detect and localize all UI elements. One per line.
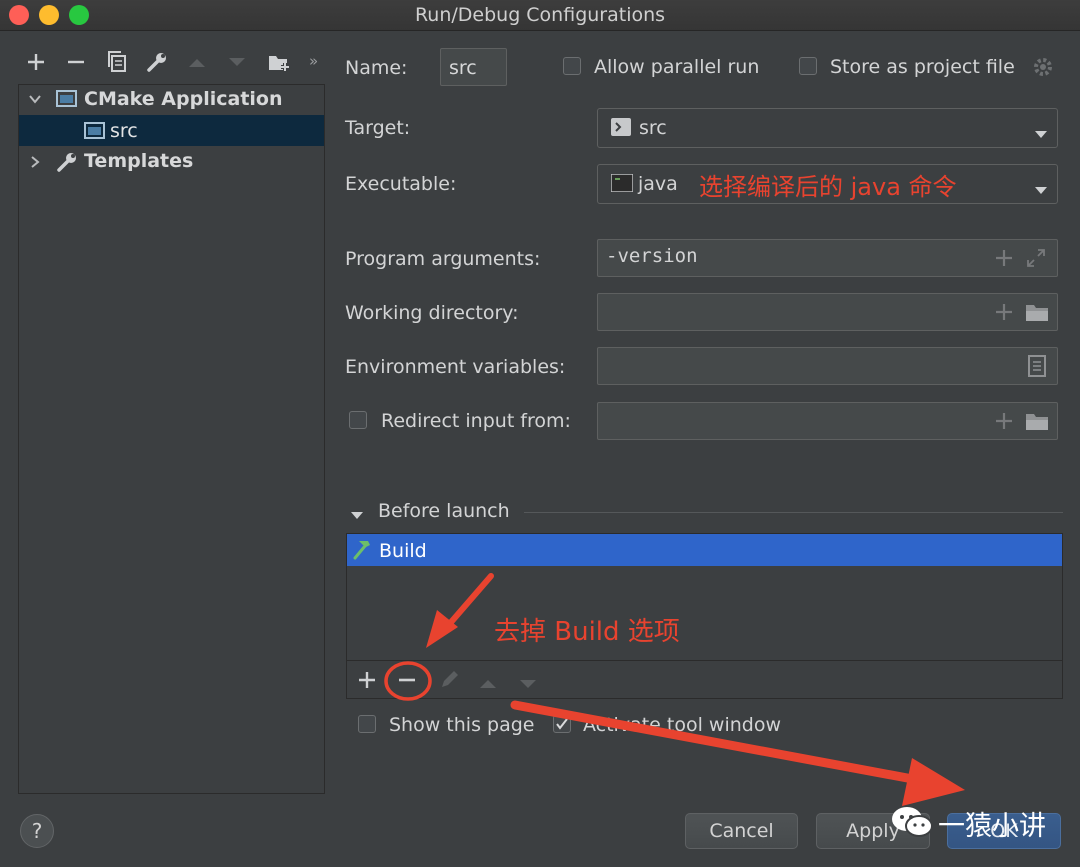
- annotation-circle-remove: [384, 661, 432, 701]
- wechat-icon: [890, 804, 934, 844]
- annotation-arrow-to-ok: [510, 700, 965, 806]
- annotation-arrows: [384, 573, 965, 806]
- annotation-arrow-to-remove: [426, 573, 494, 648]
- watermark-text: 一猿小讲: [938, 811, 1046, 842]
